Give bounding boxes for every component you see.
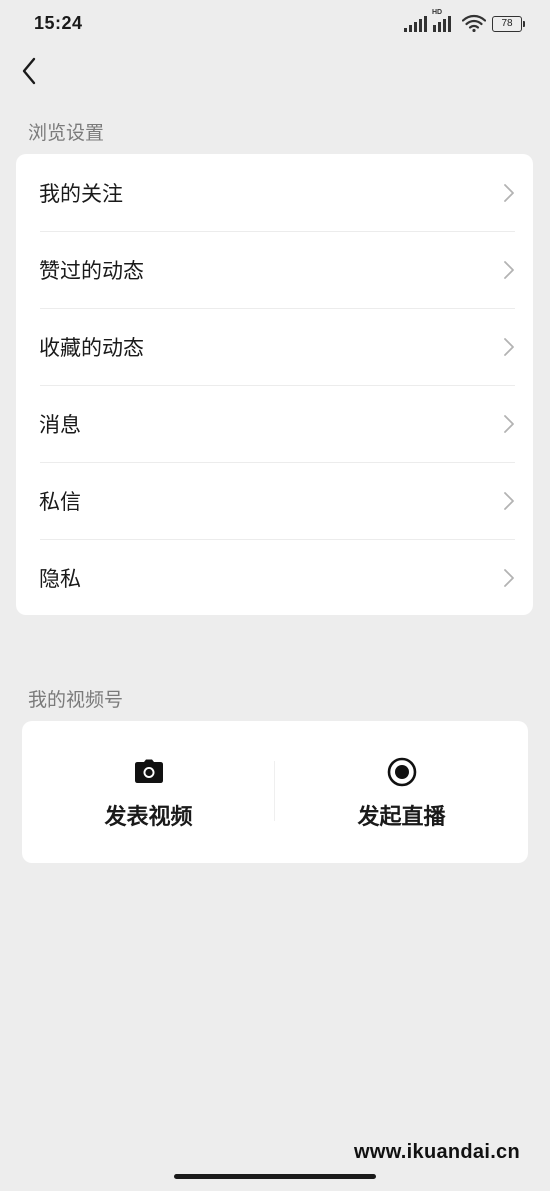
my-channel-title: 我的视频号: [28, 689, 124, 711]
watermark-text: www.ikuandai.cn: [353, 1141, 520, 1163]
browse-settings-title: 浏览设置: [28, 122, 105, 144]
list-item-following[interactable]: 我的关注: [16, 154, 533, 231]
live-record-icon: [387, 757, 417, 787]
chevron-right-icon: [504, 569, 514, 587]
start-live-button[interactable]: 发起直播: [275, 721, 528, 863]
list-item-label: 赞过的动态: [39, 258, 144, 283]
status-time: 15:24: [34, 13, 83, 33]
hd-signal-icon: HD: [432, 9, 456, 32]
my-channel-card: 发表视频 发起直播: [22, 721, 528, 863]
back-button[interactable]: [14, 54, 44, 88]
start-live-label: 发起直播: [357, 805, 446, 830]
chevron-right-icon: [504, 261, 514, 279]
signal-icon: [404, 16, 427, 32]
chevron-right-icon: [504, 338, 514, 356]
wifi-icon: [462, 14, 486, 32]
chevron-right-icon: [504, 492, 514, 510]
chevron-right-icon: [504, 184, 514, 202]
status-icons: HD 78: [404, 9, 525, 32]
list-item-label: 我的关注: [39, 181, 123, 206]
list-item-liked-posts[interactable]: 赞过的动态: [16, 231, 533, 308]
hd-badge: HD: [432, 9, 443, 16]
list-item-saved-posts[interactable]: 收藏的动态: [16, 308, 533, 385]
status-bar: 15:24 HD 78: [0, 0, 550, 48]
home-indicator[interactable]: [174, 1174, 376, 1179]
list-item-label: 消息: [39, 412, 81, 437]
post-video-label: 发表视频: [104, 805, 193, 830]
browse-settings-card: 我的关注 赞过的动态 收藏的动态 消息 私信 隐私: [16, 154, 533, 615]
post-video-button[interactable]: 发表视频: [22, 721, 275, 863]
camera-icon: [134, 757, 164, 787]
battery-icon: 78: [492, 16, 525, 32]
list-item-messages[interactable]: 消息: [16, 385, 533, 462]
list-item-label: 私信: [39, 489, 81, 514]
list-item-privacy[interactable]: 隐私: [16, 539, 533, 616]
list-item-label: 隐私: [39, 566, 81, 591]
list-item-label: 收藏的动态: [39, 335, 144, 360]
chevron-right-icon: [504, 415, 514, 433]
list-item-direct-messages[interactable]: 私信: [16, 462, 533, 539]
back-arrow-icon: [22, 57, 36, 85]
